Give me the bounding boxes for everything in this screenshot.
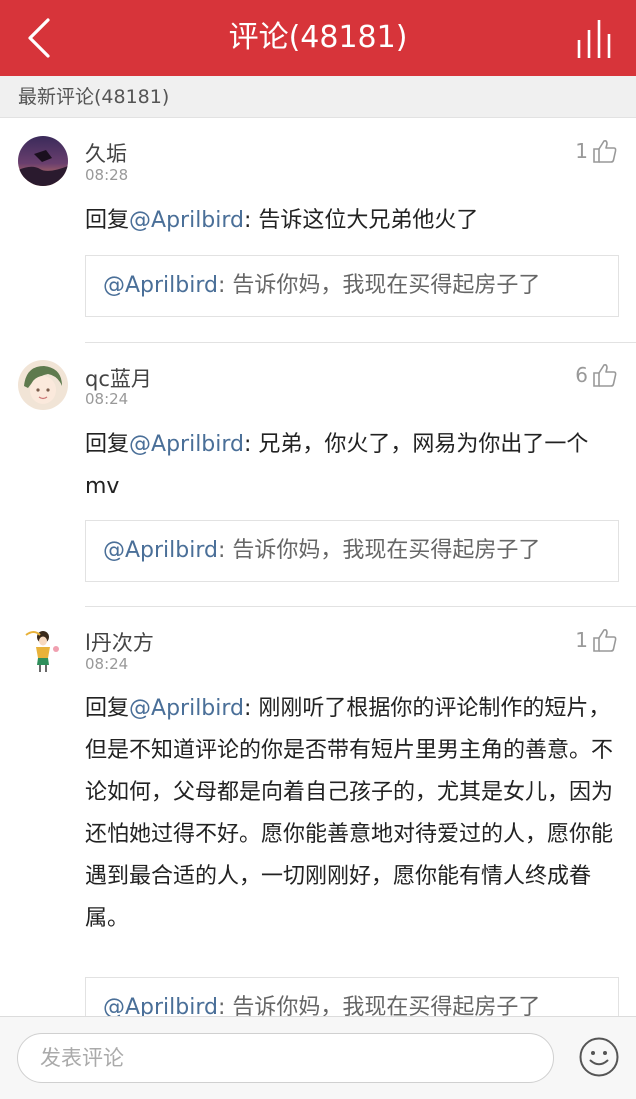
mention-link[interactable]: @Aprilbird	[129, 208, 244, 233]
smiley-face-icon[interactable]	[578, 1036, 620, 1078]
quoted-comment[interactable]: @Aprilbird: 告诉你妈，我现在买得起房子了	[85, 520, 619, 582]
comment-item[interactable]: qc蓝月 08:24 6 回复@Aprilbird: 兄弟，你火了，网易为你出了…	[0, 343, 636, 607]
reply-prefix: 回复	[85, 432, 130, 457]
like-count: 6	[575, 363, 588, 387]
thumbs-up-icon	[593, 629, 617, 652]
quoted-comment[interactable]: @Aprilbird: 告诉你妈，我现在买得起房子了	[85, 255, 619, 317]
page-title: 评论(48181)	[228, 20, 408, 55]
bar-chart-icon[interactable]	[576, 20, 616, 58]
quote-text: : 告诉你妈，我现在买得起房子了	[217, 538, 541, 563]
username[interactable]: l丹次方	[85, 627, 154, 657]
section-header: 最新评论(48181)	[0, 76, 636, 118]
quoted-comment[interactable]: @Aprilbird: 告诉你妈，我现在买得起房子了	[85, 977, 619, 1016]
comment-list[interactable]: 久垢 08:28 1 回复@Aprilbird: 告诉这位大兄弟他火了 @Apr…	[0, 118, 636, 1016]
timestamp: 08:24	[85, 390, 129, 408]
quote-text: : 告诉你妈，我现在买得起房子了	[217, 273, 541, 298]
like-button[interactable]: 1	[575, 136, 618, 166]
username[interactable]: qc蓝月	[85, 363, 152, 393]
like-button[interactable]: 6	[575, 360, 618, 390]
reply-prefix: 回复	[85, 208, 130, 233]
comment-body: 回复@Aprilbird: 兄弟，你火了，网易为你出了一个mv	[85, 424, 615, 508]
comment-body: 回复@Aprilbird: 告诉这位大兄弟他火了	[85, 200, 615, 242]
timestamp: 08:24	[85, 655, 129, 673]
like-count: 1	[575, 139, 588, 163]
timestamp: 08:28	[85, 166, 129, 184]
mention-link[interactable]: @Aprilbird	[129, 696, 244, 721]
top-navigation-bar: 评论(48181)	[0, 0, 636, 76]
avatar[interactable]	[18, 136, 68, 186]
quote-mention-link[interactable]: @Aprilbird	[103, 538, 218, 563]
comment-body: 回复@Aprilbird: 刚刚听了根据你的评论制作的短片，但是不知道评论的你是…	[85, 688, 615, 940]
bottom-comment-bar	[0, 1016, 636, 1099]
comment-input[interactable]	[17, 1033, 554, 1083]
avatar[interactable]	[18, 625, 68, 675]
username[interactable]: 久垢	[85, 138, 127, 168]
like-button[interactable]: 1	[575, 625, 618, 655]
comment-item[interactable]: 久垢 08:28 1 回复@Aprilbird: 告诉这位大兄弟他火了 @Apr…	[0, 118, 636, 343]
mention-link[interactable]: @Aprilbird	[129, 432, 244, 457]
section-label: 最新评论(48181)	[18, 86, 170, 108]
comment-text: : 告诉这位大兄弟他火了	[244, 208, 479, 233]
comment-text: : 刚刚听了根据你的评论制作的短片，但是不知道评论的你是否带有短片里男主角的善意…	[85, 696, 614, 931]
quote-text: : 告诉你妈，我现在买得起房子了	[217, 995, 541, 1016]
thumbs-up-icon	[593, 364, 617, 387]
comment-item[interactable]: l丹次方 08:24 1 回复@Aprilbird: 刚刚听了根据你的评论制作的…	[0, 607, 636, 1016]
quote-mention-link[interactable]: @Aprilbird	[103, 273, 218, 298]
thumbs-up-icon	[593, 140, 617, 163]
reply-prefix: 回复	[85, 696, 130, 721]
avatar[interactable]	[18, 360, 68, 410]
like-count: 1	[575, 628, 588, 652]
quote-mention-link[interactable]: @Aprilbird	[103, 995, 218, 1016]
